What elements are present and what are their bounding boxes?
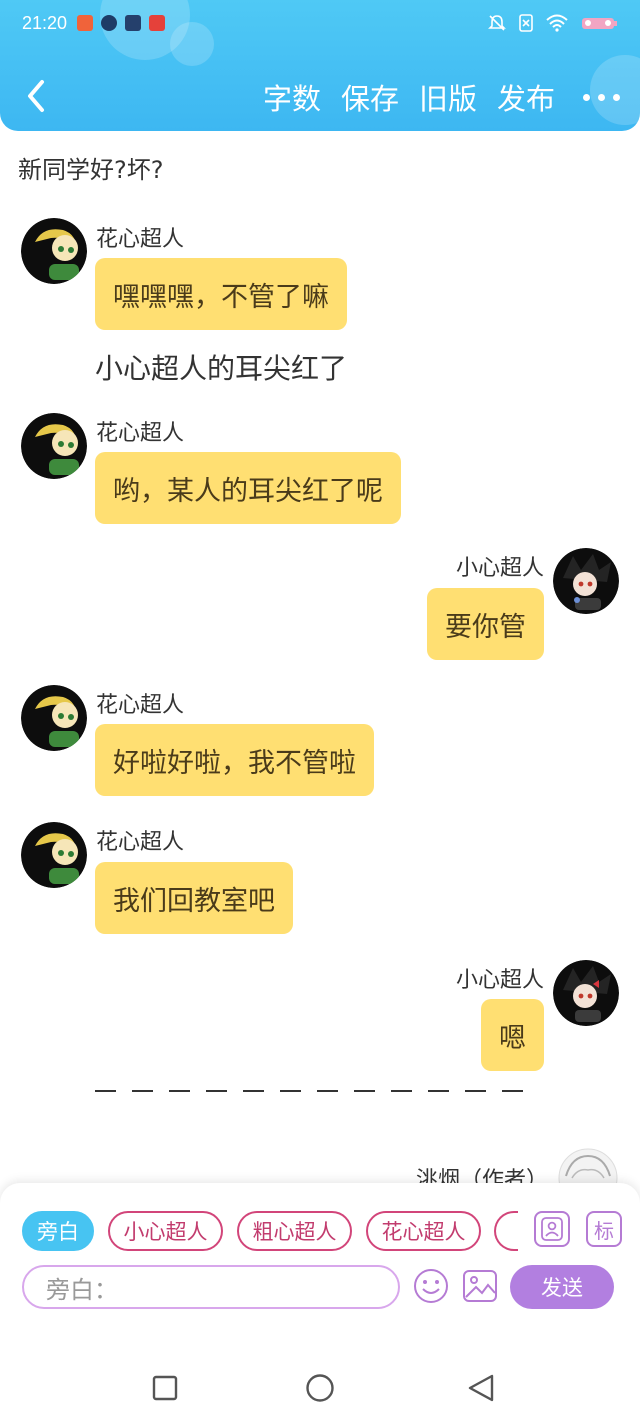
book-app-icon xyxy=(125,15,142,31)
save-button[interactable]: 保存 xyxy=(341,76,399,118)
chevron-left-icon[interactable] xyxy=(20,74,56,118)
message-bubble[interactable]: 哟，某人的耳尖红了呢 xyxy=(95,452,401,524)
red-game-icon xyxy=(149,15,166,31)
message-bubble[interactable]: 嘿嘿嘿，不管了嘛 xyxy=(95,258,347,330)
player-app-icon xyxy=(101,15,118,31)
speaker-name: 小心超人 xyxy=(455,968,544,993)
message-input[interactable]: 旁白： xyxy=(22,1265,400,1309)
message-bubble[interactable]: 嗯 xyxy=(481,999,544,1071)
sim-icon xyxy=(519,14,533,32)
avatar-huaxin[interactable] xyxy=(21,685,87,751)
role-chip-narrator[interactable]: 旁白 xyxy=(22,1211,94,1251)
tag-icon[interactable]: 标 xyxy=(586,1211,622,1247)
avatar-xiaoxin[interactable] xyxy=(553,960,619,1026)
status-bar: 21:20 xyxy=(22,10,620,36)
story-title-line: 新同学好?坏? xyxy=(18,156,164,184)
speaker-name: 小心超人 xyxy=(455,556,544,581)
circle-home-icon[interactable] xyxy=(305,1373,335,1403)
battery-icon xyxy=(582,18,617,29)
red-app-icon xyxy=(77,15,94,31)
avatar-huaxin[interactable] xyxy=(21,218,87,284)
emoji-icon[interactable] xyxy=(412,1267,450,1305)
avatar-huaxin[interactable] xyxy=(21,413,87,479)
status-right xyxy=(488,14,620,32)
role-chip-cuxin[interactable]: 粗心超人 xyxy=(237,1211,352,1251)
more-dots-icon[interactable] xyxy=(583,93,620,101)
speaker-name: 花心超人 xyxy=(96,227,185,252)
system-nav-bar xyxy=(0,1353,640,1422)
header-actions: 字数 保存 旧版 发布 xyxy=(263,76,620,118)
send-button[interactable]: 发送 xyxy=(510,1265,614,1309)
message-bubble[interactable]: 好啦好啦，我不管啦 xyxy=(95,724,374,796)
avatar-huaxin[interactable] xyxy=(21,822,87,888)
avatar-xiaoxin[interactable] xyxy=(553,548,619,614)
message-bubble[interactable]: 要你管 xyxy=(427,588,544,660)
role-chip-huaxin[interactable]: 花心超人 xyxy=(366,1211,481,1251)
mute-icon xyxy=(488,15,506,31)
role-chip-xiaoxin[interactable]: 小心超人 xyxy=(108,1211,223,1251)
speaker-name: 花心超人 xyxy=(96,830,185,855)
old-version-button[interactable]: 旧版 xyxy=(419,76,477,118)
nav-row: 字数 保存 旧版 发布 xyxy=(0,70,640,122)
speaker-name: 花心超人 xyxy=(96,421,185,446)
image-icon[interactable] xyxy=(462,1269,498,1303)
contact-card-icon[interactable] xyxy=(534,1211,570,1247)
composer-panel: 旁白 小心超人 粗心超人 花心超人 标 旁白： 发送 xyxy=(0,1183,640,1353)
square-recent-icon[interactable] xyxy=(152,1375,178,1401)
word-count-button[interactable]: 字数 xyxy=(263,76,321,118)
scene-divider xyxy=(95,1090,523,1092)
status-time: 21:20 xyxy=(22,12,68,33)
top-bar: 21:20 字数 保存 旧版 发布 xyxy=(0,0,640,131)
narration-line[interactable]: 小心超人的耳尖红了 xyxy=(95,347,347,387)
message-bubble[interactable]: 我们回教室吧 xyxy=(95,862,293,934)
triangle-back-icon[interactable] xyxy=(466,1373,496,1403)
wifi-icon xyxy=(546,14,568,32)
publish-button[interactable]: 发布 xyxy=(497,76,555,118)
speaker-name: 花心超人 xyxy=(96,693,185,718)
role-chip-partial[interactable] xyxy=(494,1211,518,1251)
